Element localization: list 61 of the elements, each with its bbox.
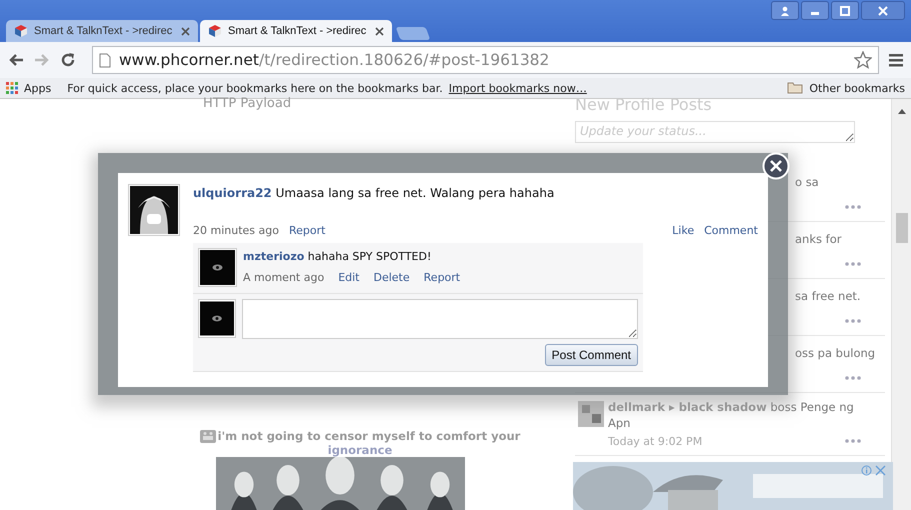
comment-action-link[interactable]: Delete [374, 271, 410, 284]
comment-action-link[interactable]: Edit [338, 271, 360, 284]
browser-tab[interactable]: Smart & TalknText - >redirec [6, 20, 198, 42]
profile-post-text: anks for [795, 232, 842, 246]
profile-post-text: sa free net. [795, 289, 861, 303]
post-heading: HTTP Payload [203, 96, 292, 111]
signature-text: i'm not going to censor myself to comfort your [218, 428, 520, 442]
close-icon[interactable] [375, 26, 384, 36]
close-icon [878, 6, 888, 16]
folder-icon [787, 82, 804, 94]
new-tab-button[interactable] [396, 27, 430, 40]
address-bar[interactable]: www.phcorner.net/t/redirection.180626/#post-1961382 [92, 46, 879, 74]
post-action-link[interactable]: Like [672, 224, 694, 237]
more-icon[interactable] [845, 376, 861, 380]
post-comment-button[interactable]: Post Comment [544, 344, 638, 366]
import-bookmarks-link[interactable]: Import bookmarks now… [448, 82, 587, 94]
more-icon[interactable] [845, 319, 861, 323]
post-action-link[interactable]: Comment [704, 224, 758, 237]
comment-time: A moment ago [243, 271, 324, 284]
more-icon[interactable] [845, 205, 861, 209]
star-icon[interactable] [854, 51, 872, 69]
back-icon[interactable] [8, 53, 24, 67]
profile-button[interactable] [771, 1, 799, 20]
maximize-button[interactable] [831, 1, 859, 20]
robot-icon [200, 428, 216, 443]
post-message: ulquiorra22 Umaasa lang sa free net. Walang pera hahaha [193, 186, 556, 200]
apps-link[interactable]: Apps [24, 82, 52, 94]
bookmarks-hint: For quick access, place your bookmarks here on the bookmarks bar. [67, 82, 443, 94]
avatar-icon[interactable] [128, 184, 180, 236]
reload-icon[interactable] [60, 52, 76, 68]
comment-action-link[interactable]: Report [424, 271, 460, 284]
maximize-icon [840, 6, 850, 16]
cube-icon [208, 24, 222, 38]
menu-icon[interactable] [889, 53, 903, 67]
apps-icon[interactable] [6, 82, 18, 94]
scroll-thumb[interactable] [896, 213, 908, 243]
close-window-button[interactable] [861, 1, 905, 20]
comment-text: mzteriozo hahaha SPY SPOTTED! [243, 250, 432, 263]
minimize-icon [811, 12, 819, 14]
cube-icon [14, 24, 28, 38]
more-icon[interactable] [845, 439, 861, 443]
close-icon[interactable] [181, 26, 190, 36]
avatar-icon[interactable] [198, 299, 236, 338]
post-time: 20 minutes ago [193, 224, 279, 237]
browser-tab[interactable]: Smart & TalknText - >redirec [200, 20, 392, 42]
other-bookmarks-link[interactable]: Other bookmarks [809, 82, 905, 94]
scroll-up-icon[interactable] [898, 109, 906, 114]
post-time: Today at 9:02 PM [608, 435, 702, 448]
scrollbar[interactable] [891, 99, 911, 510]
profile-post-text: oss pa bulong [795, 346, 876, 360]
avatar-icon[interactable] [198, 248, 237, 287]
info-icon[interactable] [861, 465, 872, 476]
profile-post-text: dellmark ▸ black shadow boss Penge ng Apn [608, 399, 855, 431]
url-text: www.phcorner.net/t/redirection.180626/#post-1961382 [119, 51, 550, 69]
profile-post-text: o sa [795, 175, 819, 189]
comment-field[interactable] [242, 299, 638, 339]
report-link[interactable]: Report [288, 224, 326, 237]
person-icon [780, 6, 790, 16]
page-icon [99, 52, 111, 68]
minimize-button[interactable] [801, 1, 829, 20]
more-icon[interactable] [845, 262, 861, 266]
